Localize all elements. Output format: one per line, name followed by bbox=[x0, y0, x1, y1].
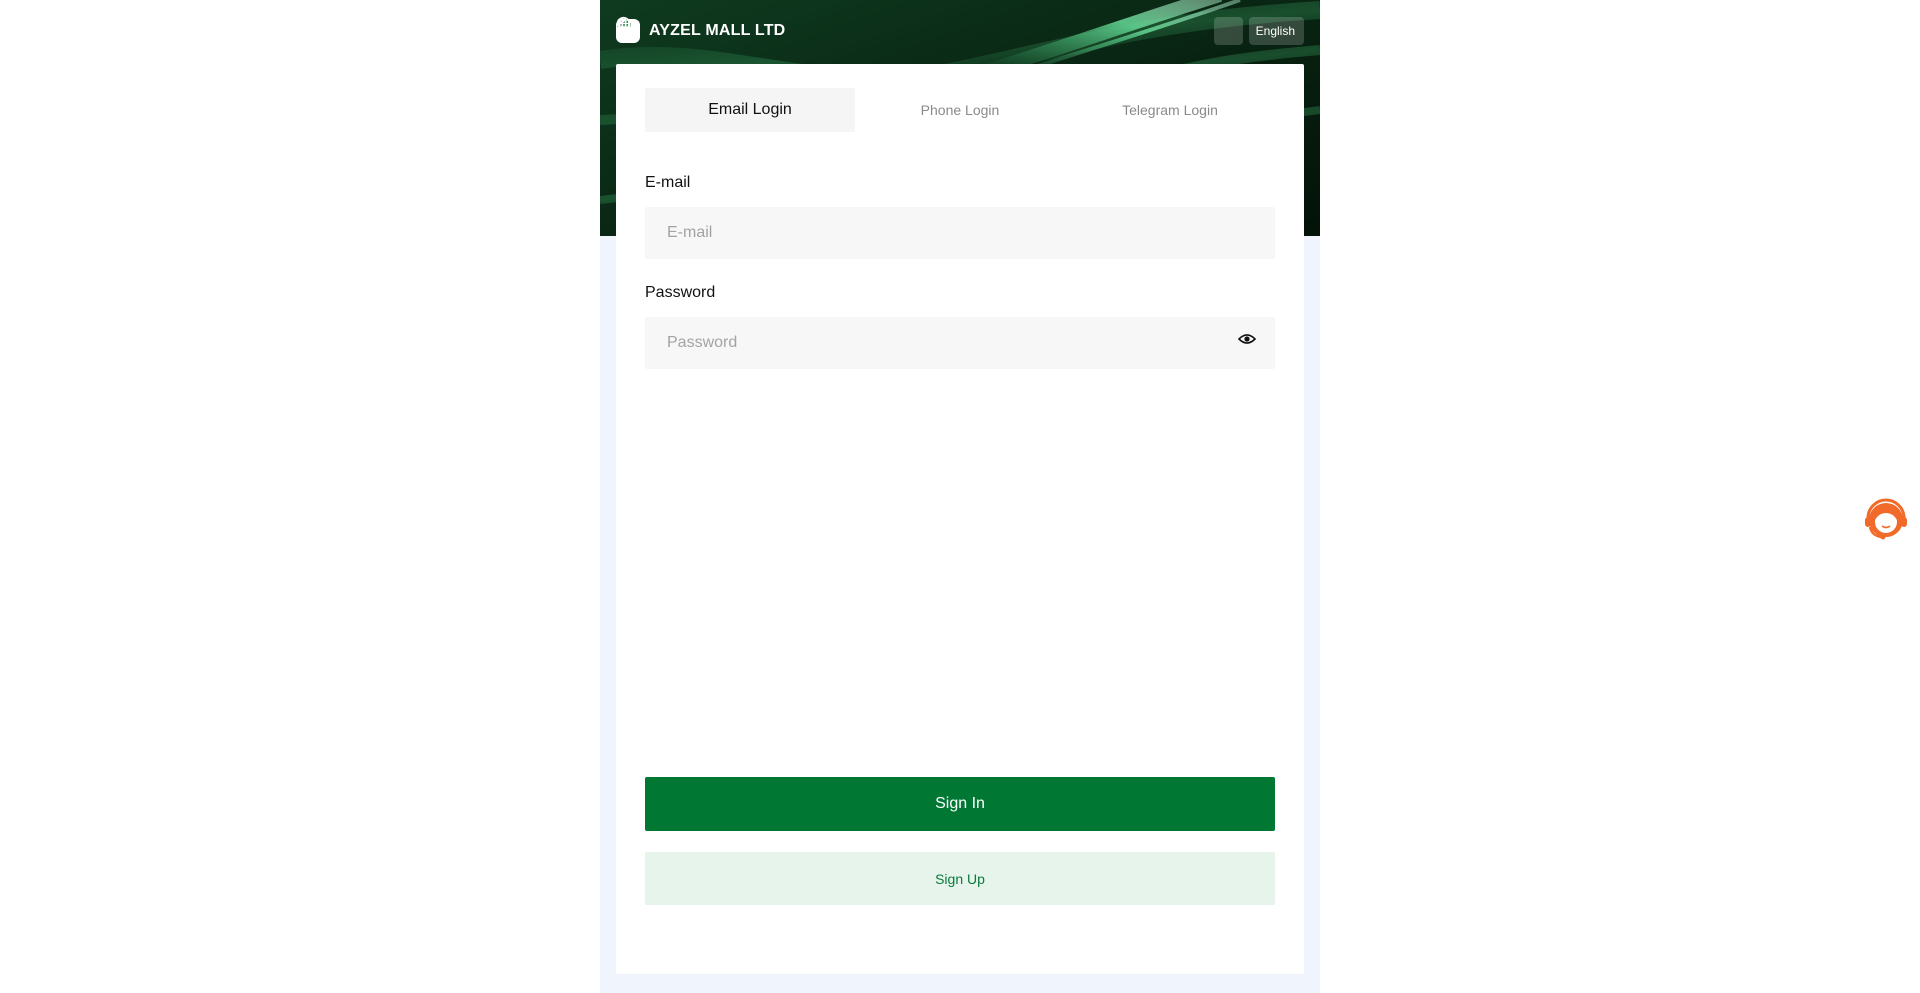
tab-email-login[interactable]: Email Login bbox=[645, 88, 855, 132]
login-card: Email Login Phone Login Telegram Login E… bbox=[616, 64, 1304, 974]
top-bar: AYZEL MALL LTD English bbox=[616, 16, 1304, 46]
tab-phone-login[interactable]: Phone Login bbox=[855, 88, 1065, 132]
customer-service-button[interactable] bbox=[1862, 496, 1910, 544]
language-selector[interactable]: English bbox=[616, 16, 1304, 45]
chevron-down-icon bbox=[617, 19, 626, 25]
password-label: Password bbox=[645, 284, 716, 301]
customer-service-icon bbox=[1865, 498, 1907, 540]
language-label: English bbox=[1255, 24, 1295, 38]
brand-name: AYZEL MALL LTD bbox=[649, 22, 786, 39]
eye-icon[interactable] bbox=[1238, 332, 1256, 346]
support-button[interactable] bbox=[617, 17, 1243, 45]
email-field[interactable] bbox=[645, 207, 1275, 259]
tab-telegram-login[interactable]: Telegram Login bbox=[1065, 88, 1275, 132]
sign-in-button[interactable]: Sign In bbox=[645, 777, 1275, 831]
login-tabs: Email Login Phone Login Telegram Login bbox=[645, 88, 1275, 132]
top-actions: English bbox=[616, 16, 1304, 45]
app-shell: AYZEL MALL LTD English Email Login Phone… bbox=[600, 0, 1320, 993]
email-label: E-mail bbox=[645, 174, 691, 191]
password-field[interactable] bbox=[645, 317, 1275, 369]
brand: AYZEL MALL LTD bbox=[616, 18, 786, 43]
sign-up-button[interactable]: Sign Up bbox=[645, 852, 1275, 905]
